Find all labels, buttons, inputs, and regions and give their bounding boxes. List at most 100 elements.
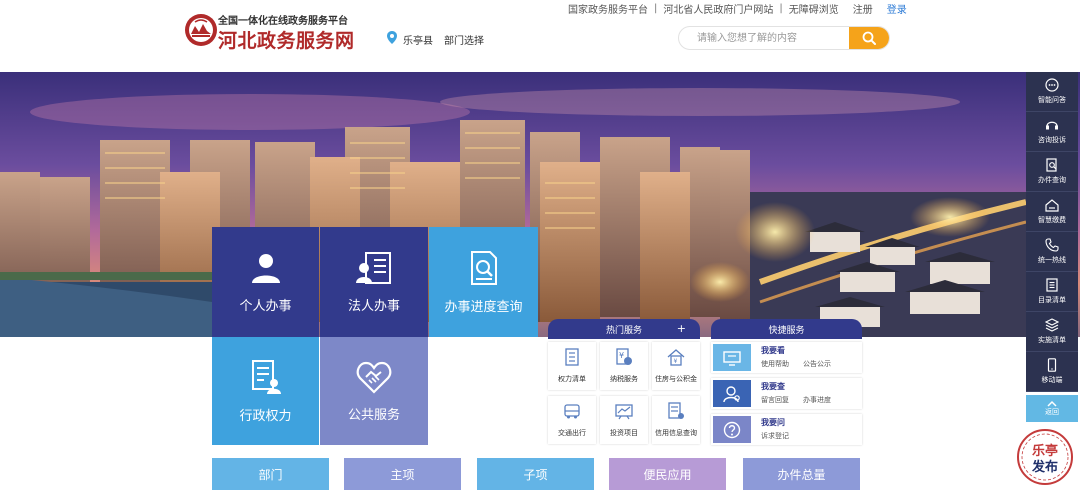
chart-board-icon: [615, 404, 633, 420]
quick-service-link[interactable]: 公告公示: [803, 359, 831, 369]
accessibility-link[interactable]: 无障碍浏览: [789, 1, 839, 16]
site-title[interactable]: 河北政务服务网: [218, 26, 355, 53]
sidebar-item-payment[interactable]: 智慧缴费: [1026, 192, 1078, 232]
document-user-icon: [251, 359, 281, 394]
quick-service-link[interactable]: 使用帮助: [761, 359, 789, 369]
link-separator: |: [654, 3, 658, 14]
province-portal-link[interactable]: 河北省人民政府门户网站: [663, 1, 773, 16]
administrative-power-tile[interactable]: 行政权力: [212, 337, 319, 445]
mobile-phone-icon: [1047, 358, 1057, 372]
search-button[interactable]: [849, 27, 889, 49]
tab-main-items[interactable]: 主项: [344, 458, 461, 490]
tab-total-cases[interactable]: 办件总量: [743, 458, 860, 490]
department-select-link[interactable]: 部门选择: [444, 32, 484, 47]
personal-affairs-tile[interactable]: 个人办事: [212, 227, 319, 337]
svg-text:乐亭: 乐亭: [1032, 443, 1058, 459]
location-selector[interactable]: 乐亭县: [403, 32, 433, 47]
login-link[interactable]: 登录: [887, 1, 907, 16]
location-pin-icon: [387, 31, 397, 44]
quick-services-title: 快捷服务: [768, 325, 805, 336]
sidebar-item-catalog[interactable]: 目录清单: [1026, 272, 1078, 312]
quick-icon-box: [713, 380, 751, 407]
tax-document-icon: ¥: [616, 348, 632, 365]
link-separator: |: [779, 3, 783, 14]
hot-service-transport[interactable]: 交通出行: [548, 396, 596, 444]
document-search-icon: [470, 250, 497, 285]
search-box: [678, 26, 890, 50]
quick-service-link[interactable]: 办事进度: [803, 395, 831, 405]
quick-icon-box: [713, 344, 751, 371]
tab-sub-items[interactable]: 子项: [477, 458, 594, 490]
tab-convenience-apps[interactable]: 便民应用: [609, 458, 726, 490]
svg-text:¥: ¥: [674, 358, 678, 365]
platform-subtitle: 全国一体化在线政务服务平台: [218, 16, 348, 27]
quick-service-view[interactable]: 我要看 使用帮助 公告公示: [711, 342, 862, 373]
city-banner-image: [0, 72, 1080, 337]
quick-service-link[interactable]: 诉求登记: [761, 431, 789, 441]
hot-service-power-list[interactable]: 权力清单: [548, 342, 596, 390]
list-document-icon: [565, 348, 579, 366]
heart-handshake-icon: [356, 361, 392, 394]
public-service-tile[interactable]: 公共服务: [320, 337, 428, 445]
sidebar-item-implementation-list[interactable]: 实施清单: [1026, 312, 1078, 352]
chevron-up-icon: [1047, 400, 1057, 407]
sidebar-item-hotline[interactable]: 统一热线: [1026, 232, 1078, 272]
catalog-icon: [1046, 278, 1058, 292]
search-icon: [862, 31, 876, 45]
sidebar-item-label: 智慧缴费: [1038, 216, 1066, 224]
search-input[interactable]: [679, 27, 851, 49]
tile-label: 办事进度查询: [444, 299, 523, 315]
bus-icon: [564, 404, 580, 419]
site-header: 全国一体化在线政务服务平台 河北政务服务网 乐亭县 部门选择 国家政务服务平台 …: [0, 0, 1080, 72]
hot-service-label: 交通出行: [558, 429, 586, 437]
house-money-icon: ¥: [667, 349, 685, 366]
leting-release-watermark-icon: 乐亭 发布: [1017, 429, 1073, 485]
national-platform-link[interactable]: 国家政务服务平台: [568, 1, 648, 16]
hot-service-label: 住房与公积金: [655, 375, 697, 383]
user-search-icon: [723, 385, 740, 402]
register-link[interactable]: 注册: [853, 1, 873, 16]
progress-query-tile[interactable]: 办事进度查询: [429, 227, 538, 337]
hot-services-header: 热门服务 +: [548, 319, 700, 339]
headset-icon: [1046, 121, 1058, 130]
sidebar-item-label: 智能问答: [1038, 96, 1066, 104]
tile-label: 法人办事: [347, 298, 400, 314]
floating-sidebar: 智能问答 咨询投诉 办件查询 智慧缴费 统一热线 目录清单 实施清单 移动端 返…: [1026, 72, 1078, 422]
quick-service-title: 我要查: [761, 382, 785, 391]
chat-bubble-icon: [1045, 78, 1059, 92]
quick-service-ask[interactable]: 我要问 诉求登记: [711, 414, 862, 445]
emblem-logo-icon[interactable]: [183, 12, 219, 48]
sidebar-item-label: 办件查询: [1038, 176, 1066, 184]
hot-services-title: 热门服务: [605, 325, 642, 336]
hot-service-housing-fund[interactable]: ¥ 住房与公积金: [652, 342, 700, 390]
sidebar-item-label: 统一热线: [1038, 256, 1066, 264]
hot-services-more-button[interactable]: +: [677, 322, 686, 335]
quick-service-title: 我要问: [761, 418, 785, 427]
hot-service-label: 投资项目: [610, 429, 638, 437]
sidebar-item-complaint[interactable]: 咨询投诉: [1026, 112, 1078, 152]
sidebar-item-case-query[interactable]: 办件查询: [1026, 152, 1078, 192]
quick-service-check[interactable]: 我要查 留言回复 办事进度: [711, 378, 862, 409]
id-card-icon: [356, 251, 391, 284]
svg-text:发布: 发布: [1031, 459, 1058, 475]
quick-service-link[interactable]: 留言回复: [761, 395, 789, 405]
house-payment-icon: [1045, 199, 1059, 212]
quick-icon-box: [713, 416, 751, 443]
tile-label: 行政权力: [239, 408, 292, 424]
hot-service-credit-query[interactable]: 信用信息查询: [652, 396, 700, 444]
sidebar-item-mobile[interactable]: 移动端: [1026, 352, 1078, 392]
hot-service-tax[interactable]: ¥ 纳税服务: [600, 342, 648, 390]
hot-service-investment[interactable]: 投资项目: [600, 396, 648, 444]
tile-label: 公共服务: [347, 407, 400, 423]
quick-service-title: 我要看: [761, 346, 785, 355]
tab-departments[interactable]: 部门: [212, 458, 329, 490]
top-links: 国家政务服务平台 | 河北省人民政府门户网站 | 无障碍浏览 注册 登录: [568, 1, 907, 16]
quick-services-header: 快捷服务: [711, 319, 862, 339]
question-circle-icon: [723, 421, 741, 438]
legal-entity-tile[interactable]: 法人办事: [320, 227, 428, 337]
sidebar-item-smart-qa[interactable]: 智能问答: [1026, 72, 1078, 112]
hot-service-label: 纳税服务: [610, 375, 638, 383]
monitor-icon: [723, 350, 741, 366]
back-to-top-label: 返回: [1045, 408, 1059, 416]
back-to-top-button[interactable]: 返回: [1026, 395, 1078, 422]
